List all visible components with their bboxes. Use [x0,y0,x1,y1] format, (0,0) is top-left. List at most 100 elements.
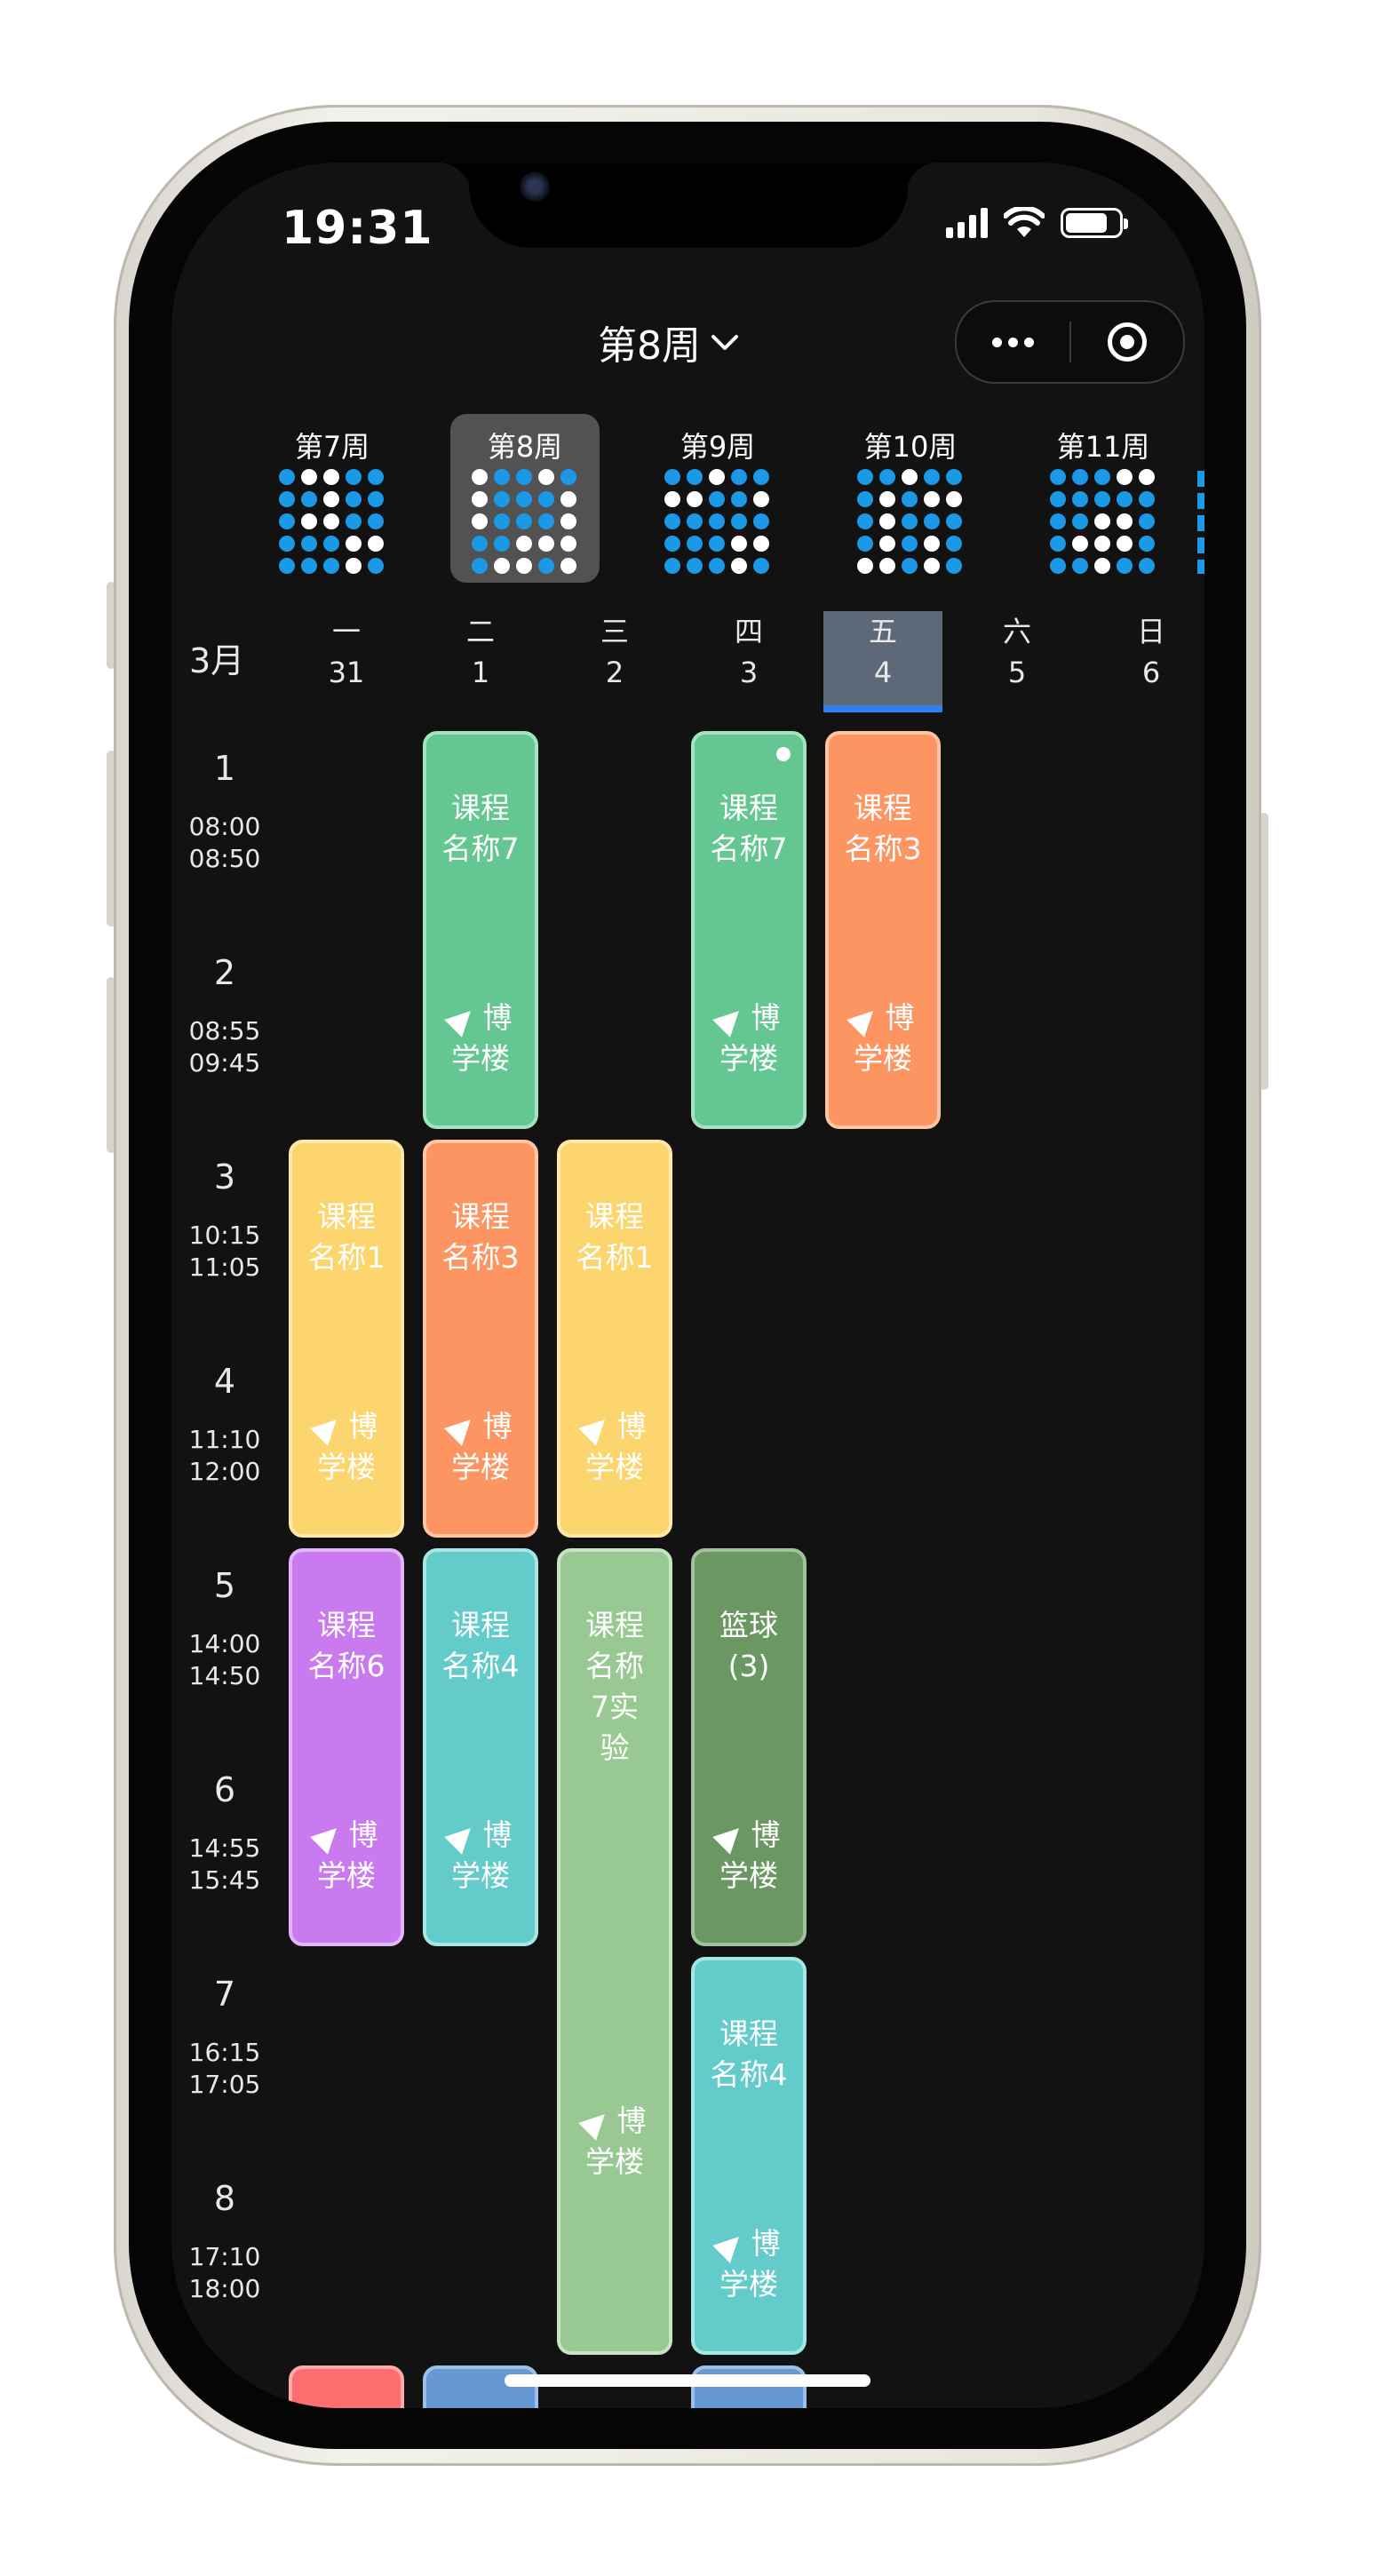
course-name: 课程 名称7 [441,791,520,866]
week-dot [1050,513,1066,529]
course-card[interactable]: 课程 名称1 博学楼 [557,1140,672,1538]
unread-dot-icon [776,747,791,761]
course-name: 课程 名称3 [844,791,922,866]
course-location: 博学楼 [695,998,803,1079]
course-card[interactable]: 课程 名称4 博学楼 [423,1548,538,1946]
day-header-4[interactable]: 四3 [689,611,808,712]
course-card[interactable]: 课程 名称7 博学楼 [691,731,807,1129]
wifi-icon [1004,207,1045,237]
week-dot [1139,513,1155,529]
week-dot [879,491,895,507]
mini-program-capsule [955,300,1185,384]
week-dot [924,513,940,529]
period-end-time: 09:45 [188,1048,261,1077]
period-time: 11:10 12:00 [171,1424,278,1488]
location-line-1: 博 [751,1000,781,1035]
week-dot [1094,513,1110,529]
period-time: 14:00 14:50 [171,1628,278,1692]
week-dot [687,469,703,485]
location-arrow-icon [846,1001,882,1038]
week-dot [323,513,339,529]
week-dot [857,536,873,552]
day-header-5[interactable]: 五4 [823,611,942,712]
period-time: 14:55 15:45 [171,1833,278,1896]
day-header-1[interactable]: 一 31 [287,611,406,712]
day-name: 四 [734,615,763,648]
week-dot-grid [664,469,775,579]
course-card[interactable]: 课程 名称1 博学楼 [289,1140,404,1538]
course-name: 课程 名称7 [710,791,788,866]
course-card-partial[interactable] [289,2365,404,2408]
close-target-icon[interactable] [1071,322,1183,362]
course-card[interactable]: 篮球 (3) 博学楼 [691,1548,807,1946]
period-start-time: 08:00 [188,812,261,841]
week-item-4[interactable]: 第10周 [836,414,985,583]
week-dot [472,513,488,529]
week-item-5[interactable]: 第11周 [1029,414,1178,583]
day-header-6[interactable]: 六5 [958,611,1077,712]
week-dot [1050,491,1066,507]
location-line-1: 博 [482,1000,513,1035]
course-location: 博学楼 [426,1406,535,1488]
week-label: 第7周 [294,430,370,464]
location-arrow-icon [309,1410,346,1446]
course-location: 博学楼 [426,998,535,1079]
week-dot [1072,513,1088,529]
week-dot [279,491,295,507]
course-card-partial[interactable] [423,2365,538,2408]
week-dot [1050,469,1066,485]
day-header-3[interactable]: 三2 [555,611,674,712]
week-dot-grid [279,469,389,579]
week-selector[interactable]: 第8周 [598,314,740,370]
course-location: 博学楼 [292,1815,401,1896]
week-dot [472,536,488,552]
course-name: 课程 名称 7实验 [585,1608,644,1765]
course-card[interactable]: 课程 名称3 博学楼 [423,1140,538,1538]
week-dot [560,491,576,507]
week-dot [368,513,384,529]
week-dot [560,558,576,574]
course-card[interactable]: 课程 名称4 博学楼 [691,1957,807,2355]
more-options-icon[interactable] [957,337,1069,347]
week-dot [323,536,339,552]
front-camera [520,171,550,202]
period-number: 6 [213,1770,236,1809]
course-card[interactable]: 课程 名称3 博学楼 [825,731,941,1129]
week-dot [1117,558,1133,574]
course-location: 博学楼 [560,2101,669,2182]
home-indicator[interactable] [505,2374,870,2387]
week-dot [516,491,532,507]
course-card[interactable]: 课程 名称7 博学楼 [423,731,538,1129]
week-dot [946,491,962,507]
period-number: 7 [213,1975,236,2014]
week-dot [664,536,680,552]
week-dot [346,491,362,507]
course-card-partial[interactable] [691,2365,807,2408]
battery-icon [1061,208,1128,238]
course-name: 课程 名称1 [576,1199,654,1275]
day-name: 二 [465,615,495,648]
period-start-time: 10:15 [188,1220,261,1250]
period-time: 08:00 08:50 [171,811,278,875]
week-item-1[interactable]: 第7周 [258,414,407,583]
day-header-7[interactable]: 日6 [1092,611,1204,712]
week-dot [902,558,918,574]
week-dot [664,513,680,529]
period-label-8: 8 17:10 18:00 [171,2179,278,2305]
week-dot [731,491,747,507]
location-arrow-icon [711,1001,748,1038]
week-dot [946,469,962,485]
course-card[interactable]: 课程 名称 7实验博学楼 [557,1548,672,2355]
week-dot [753,513,769,529]
week-dot [368,536,384,552]
week-item-2[interactable]: 第8周 [450,414,600,583]
period-number: 5 [213,1566,236,1605]
day-name: 五 [868,615,897,648]
week-item-3[interactable]: 第9周 [643,414,792,583]
location-line-1: 博 [482,1409,513,1443]
course-card[interactable]: 课程 名称6 博学楼 [289,1548,404,1946]
location-line-2: 学楼 [317,1450,376,1484]
location-arrow-icon [711,1818,748,1855]
week-dot [709,469,725,485]
day-header-2[interactable]: 二1 [421,611,540,712]
